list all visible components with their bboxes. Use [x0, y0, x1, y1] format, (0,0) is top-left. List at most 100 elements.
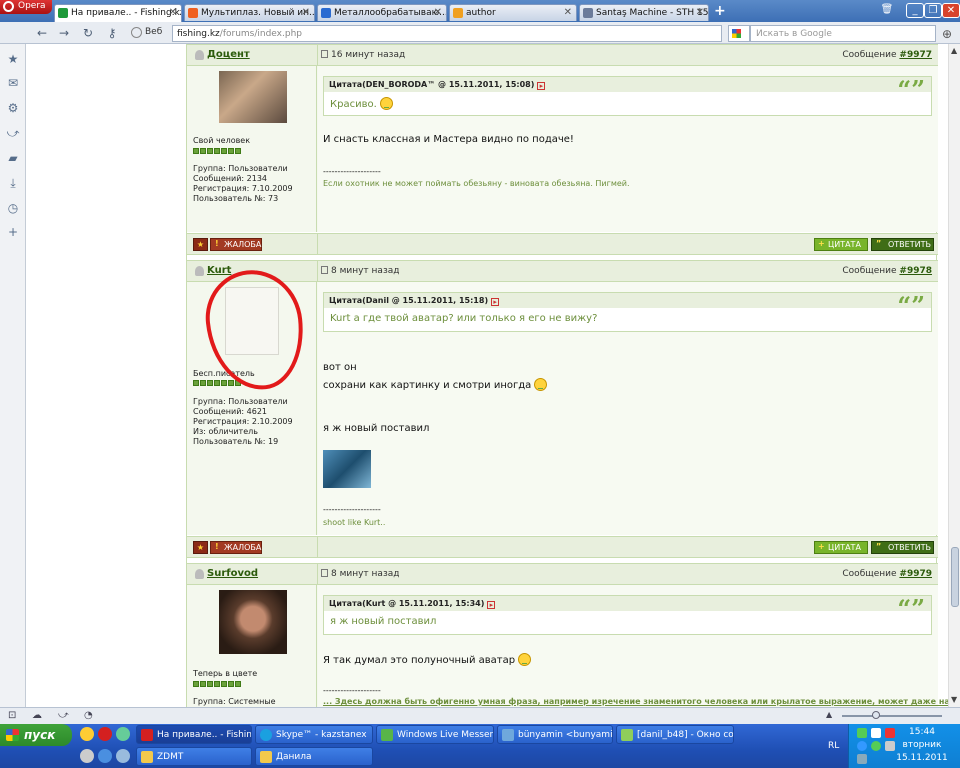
complaint-button[interactable]: ЖАЛОБА — [210, 238, 262, 251]
post-content: Цитата(Kurt @ 15.11.2011, 15:34) ▸ я ж но… — [318, 585, 948, 707]
smiley-icon — [379, 97, 393, 110]
cloud-icon[interactable]: ☁ — [32, 710, 42, 721]
add-panel-icon[interactable]: + — [6, 225, 20, 239]
quicklaunch-icon[interactable] — [80, 749, 94, 763]
bookmarks-icon[interactable]: ★ — [6, 52, 20, 66]
close-tab-icon[interactable]: ✕ — [434, 7, 442, 18]
tab-santas[interactable]: Santaş Machine - STH 15... ✕ — [579, 4, 709, 21]
avatar — [219, 71, 287, 123]
quicklaunch-icon[interactable] — [116, 749, 130, 763]
view-icon[interactable]: ▲ — [826, 710, 832, 719]
close-window-button[interactable]: ✕ — [942, 3, 960, 18]
scroll-down-icon[interactable]: ▼ — [951, 695, 957, 704]
back-icon[interactable]: ← — [34, 25, 50, 41]
history-icon[interactable]: ◷ — [6, 201, 20, 215]
address-field[interactable]: fishing.kz/forums/index.php — [172, 25, 722, 42]
close-tab-icon[interactable]: ✕ — [696, 7, 704, 18]
username-link[interactable]: Доцент — [207, 49, 250, 60]
tab-author[interactable]: author ✕ — [449, 4, 577, 21]
skype-tray-icon[interactable] — [857, 741, 867, 751]
post-footer: ★ ЖАЛОБА ЦИТАТА ОТВЕТИТЬ — [187, 536, 938, 558]
panel-icon[interactable]: ⊡ — [8, 710, 16, 721]
search-engine-select[interactable] — [728, 25, 750, 42]
complaint-button[interactable]: ЖАЛОБА — [210, 541, 262, 554]
post-content: Цитата(DEN_BORODA™ @ 15.11.2011, 15:08) ▸… — [318, 66, 938, 232]
task-zdmt[interactable]: ZDMT — [136, 747, 252, 766]
quote-block: Цитата(DEN_BORODA™ @ 15.11.2011, 15:08) ▸… — [323, 75, 932, 116]
user-info: Группа: Системные — [193, 697, 276, 706]
quote-button[interactable]: ЦИТАТА — [814, 238, 868, 251]
rate-button[interactable]: ★ — [193, 541, 208, 554]
close-tab-icon[interactable]: ✕ — [302, 7, 310, 18]
panel-toggle-icon[interactable]: ⊕ — [942, 27, 952, 41]
username-link[interactable]: Kurt — [207, 265, 231, 276]
start-button[interactable]: пуск — [0, 724, 72, 746]
message-number: Сообщение #9977 — [842, 50, 932, 60]
task-bunyamin[interactable]: bünyamin <bunyamin... — [497, 725, 613, 744]
scroll-up-icon[interactable]: ▲ — [951, 46, 957, 55]
mail-tray-icon[interactable] — [871, 728, 881, 738]
opera-menu-button[interactable]: Opera — [0, 0, 52, 14]
quote-link-icon[interactable]: ▸ — [491, 298, 500, 306]
restore-button[interactable]: ❐ — [924, 3, 942, 18]
share-icon[interactable]: ⤻ — [6, 126, 20, 140]
task-skype[interactable]: Skype™ - kazstanex — [255, 725, 373, 744]
notes-icon[interactable]: ▰ — [6, 151, 20, 165]
network-icon[interactable] — [857, 728, 867, 738]
tab-bar: Opera На привале.. - Fishing.kz ✕ Мультип… — [0, 0, 960, 22]
downloads-icon[interactable]: ⤓ — [6, 176, 20, 190]
vertical-scrollbar[interactable]: ▲ ▼ — [948, 44, 960, 707]
signature: shoot like Kurt.. — [323, 518, 386, 527]
rank-stars — [193, 679, 242, 687]
zoom-slider-knob[interactable] — [872, 711, 880, 719]
rate-button[interactable]: ★ — [193, 238, 208, 251]
quote-link-icon[interactable]: ▸ — [537, 82, 546, 90]
zoom-slider[interactable] — [842, 711, 942, 719]
tab-multiplaz[interactable]: Мультиплаз. Новый ин... ✕ — [184, 4, 315, 21]
task-danil[interactable]: [danil_b48] - Окно со... — [616, 725, 734, 744]
clock[interactable]: 15:44 вторник 15.11.2011 — [884, 726, 960, 765]
close-tab-icon[interactable]: ✕ — [564, 7, 572, 18]
mail-icon[interactable]: ✉ — [6, 76, 20, 90]
key-icon[interactable]: ⚷ — [104, 25, 120, 41]
trash-icon[interactable]: 🗑 — [878, 3, 896, 18]
close-tab-icon[interactable]: ✕ — [169, 7, 177, 18]
quote-text: Красиво. — [324, 92, 931, 115]
folder-icon — [260, 751, 272, 763]
multiplaz-favicon-icon — [188, 8, 198, 18]
reply-button[interactable]: ОТВЕТИТЬ — [871, 541, 934, 554]
language-indicator[interactable]: RL — [828, 741, 839, 751]
unite-icon[interactable]: ⤻ — [58, 710, 69, 721]
tab-metal[interactable]: Металлообрабатываю... ✕ — [317, 4, 447, 21]
ie-quicklaunch-icon[interactable] — [98, 749, 112, 763]
quote-button[interactable]: ЦИТАТА — [814, 541, 868, 554]
windows-taskbar: пуск На привале.. - Fishin... Skype™ - k… — [0, 724, 960, 768]
message-number: Сообщение #9979 — [842, 569, 932, 579]
quote-link-icon[interactable]: ▸ — [487, 601, 496, 609]
quicklaunch-icon[interactable] — [80, 727, 94, 741]
username-link[interactable]: Surfovod — [207, 568, 258, 579]
web-button[interactable]: Веб — [128, 25, 168, 41]
task-messenger[interactable]: Windows Live Messen... — [376, 725, 494, 744]
post-header: Kurt 8 минут назад Сообщение #9978 — [187, 260, 938, 282]
user-info: Группа: Пользователи Сообщений: 2134 Рег… — [193, 164, 293, 203]
search-field[interactable]: Искать в Google — [750, 25, 936, 42]
messenger-tray-icon[interactable] — [871, 741, 881, 751]
opera-quicklaunch-icon[interactable] — [98, 727, 112, 741]
tab-fishing[interactable]: На привале.. - Fishing.kz ✕ — [54, 4, 182, 22]
settings-icon[interactable]: ⚙ — [6, 101, 20, 115]
reload-icon[interactable]: ↻ — [80, 25, 96, 41]
new-tab-button[interactable]: + — [714, 3, 726, 19]
avatar-preview-image[interactable] — [323, 450, 371, 488]
minimize-button[interactable]: _ — [906, 3, 924, 18]
opera-sidebar: ★ ✉ ⚙ ⤻ ▰ ⤓ ◷ + — [0, 44, 26, 707]
speed-dial-icon[interactable]: ◔ — [84, 710, 93, 721]
quicklaunch-icon[interactable] — [116, 727, 130, 741]
task-fishing[interactable]: На привале.. - Fishin... — [136, 725, 252, 744]
forward-icon[interactable]: → — [56, 25, 72, 41]
usb-icon[interactable] — [857, 754, 867, 764]
reply-button[interactable]: ОТВЕТИТЬ — [871, 238, 934, 251]
scrollbar-thumb[interactable] — [951, 547, 959, 607]
task-danila[interactable]: Данила — [255, 747, 373, 766]
signature-separator: -------------------- — [323, 505, 381, 514]
